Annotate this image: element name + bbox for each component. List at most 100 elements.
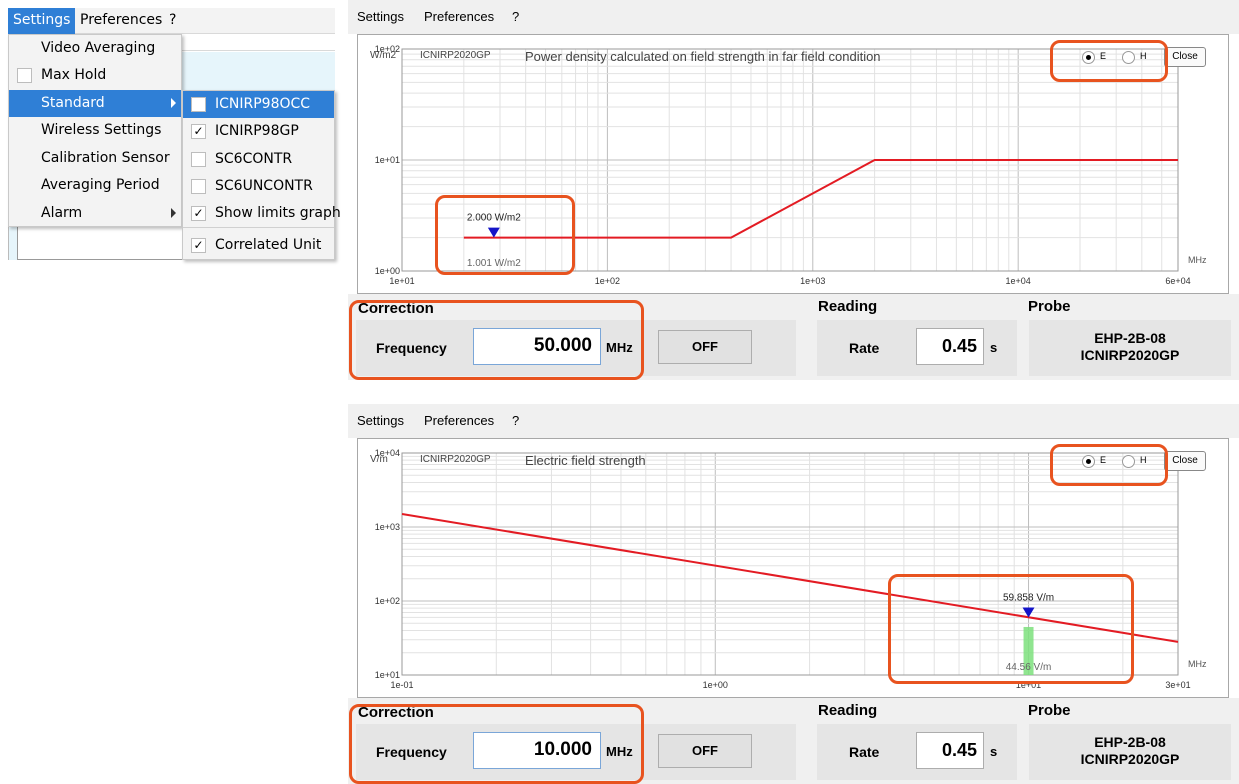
correction-off-button[interactable]: OFF <box>658 330 752 364</box>
reading-group: Rate 0.45 s <box>817 724 1017 780</box>
menu-item-max-hold[interactable]: Max Hold <box>9 62 181 89</box>
icnirp98gp-checkbox[interactable]: ✓ <box>191 124 206 139</box>
menu-separator <box>183 227 334 228</box>
x-tick-label: 3e+01 <box>1165 680 1190 690</box>
correlated-unit-checkbox[interactable]: ✓ <box>191 238 206 253</box>
reading-value-label: 1.001 W/m2 <box>467 258 521 269</box>
show-limits-graph-checkbox[interactable]: ✓ <box>191 206 206 221</box>
reading-title: Reading <box>818 702 878 719</box>
standard-label: ICNIRP2020GP <box>420 50 491 61</box>
frequency-label: Frequency <box>376 340 447 356</box>
radio-e[interactable] <box>1082 51 1095 64</box>
menu-preferences[interactable]: Preferences <box>424 9 494 24</box>
app-menu-bar: Settings Preferences ? <box>348 404 1239 438</box>
correction-title: Correction <box>358 704 434 721</box>
menu-help[interactable]: ? <box>512 9 519 24</box>
submenu-item-label: Show limits graph <box>215 205 341 221</box>
y-tick-label: 1e+03 <box>375 522 400 532</box>
menu-item-averaging-period[interactable]: Averaging Period <box>9 172 181 199</box>
menu-item-standard[interactable]: Standard <box>9 90 181 117</box>
background-area <box>180 34 335 51</box>
rate-input[interactable]: 0.45 <box>916 328 984 365</box>
rate-label: Rate <box>849 744 880 760</box>
icnirp98occ-checkbox[interactable] <box>191 97 206 112</box>
submenu-arrow-icon <box>171 208 176 218</box>
settings-menu-screenshot: Settings Preferences ? Video Averaging M… <box>8 8 341 260</box>
probe-info: EHP-2B-08 ICNIRP2020GP <box>1029 320 1231 376</box>
radio-h-label: H <box>1140 51 1147 61</box>
submenu-item-sc6contr[interactable]: SC6CONTR <box>183 146 334 173</box>
menu-item-label: Calibration Sensor <box>41 150 170 166</box>
background-input <box>17 226 183 260</box>
x-unit-label: MHz <box>1188 659 1207 669</box>
menu-item-calibration-sensor[interactable]: Calibration Sensor <box>9 145 181 172</box>
menu-item-video-averaging[interactable]: Video Averaging <box>9 35 181 62</box>
probe-model: EHP-2B-08 <box>1094 734 1166 750</box>
menu-preferences[interactable]: Preferences <box>80 12 162 28</box>
submenu-item-correlated-unit[interactable]: ✓ Correlated Unit <box>183 232 334 259</box>
settings-dropdown: Video Averaging Max Hold Standard Wirele… <box>8 34 182 227</box>
frequency-input[interactable]: 10.000 <box>473 732 601 769</box>
submenu-item-icnirp98gp[interactable]: ✓ ICNIRP98GP <box>183 118 334 145</box>
sc6uncontr-checkbox[interactable] <box>191 179 206 194</box>
x-tick-label: 1e+03 <box>800 276 825 286</box>
menu-item-label: Alarm <box>41 205 83 221</box>
correction-group: Frequency 10.000 MHz OFF <box>356 724 796 780</box>
menu-help[interactable]: ? <box>169 12 176 28</box>
control-strip: Correction Reading Probe Frequency 50.00… <box>348 294 1239 380</box>
radio-h[interactable] <box>1122 51 1135 64</box>
probe-model: EHP-2B-08 <box>1094 330 1166 346</box>
standard-label: ICNIRP2020GP <box>420 454 491 465</box>
y-unit-label: W/m2 <box>370 50 397 61</box>
sc6contr-checkbox[interactable] <box>191 152 206 167</box>
plot-area: 1e+01 1e+02 1e+03 1e+04 6e+04 1e+02 1e+01 1e+00… <box>357 34 1229 294</box>
submenu-item-show-limits-graph[interactable]: ✓ Show limits graph <box>183 200 341 227</box>
frequency-label: Frequency <box>376 744 447 760</box>
close-button[interactable]: Close <box>1164 47 1206 67</box>
menu-item-wireless-settings[interactable]: Wireless Settings <box>9 117 181 144</box>
menu-settings[interactable]: Settings <box>357 413 404 428</box>
radio-e[interactable] <box>1082 455 1095 468</box>
menu-item-label: Averaging Period <box>41 177 160 193</box>
rate-input[interactable]: 0.45 <box>916 732 984 769</box>
menu-settings[interactable]: Settings <box>8 8 76 34</box>
x-tick-label: 1e-01 <box>390 680 413 690</box>
close-button[interactable]: Close <box>1164 451 1206 471</box>
x-tick-label: 1e+00 <box>703 680 728 690</box>
probe-info: EHP-2B-08 ICNIRP2020GP <box>1029 724 1231 780</box>
x-tick-label: 1e+01 <box>389 276 414 286</box>
rate-unit: s <box>990 744 998 759</box>
submenu-item-icnirp98occ[interactable]: ICNIRP98OCC <box>183 91 334 118</box>
submenu-item-label: Correlated Unit <box>215 237 322 253</box>
submenu-item-sc6uncontr[interactable]: SC6UNCONTR <box>183 173 334 200</box>
y-tick-label: 1e+00 <box>375 266 400 276</box>
max-hold-checkbox[interactable] <box>17 68 32 83</box>
marker-triangle <box>487 227 500 238</box>
menu-preferences[interactable]: Preferences <box>424 413 494 428</box>
y-unit-label: V/m <box>370 454 388 465</box>
radio-e-label: E <box>1100 455 1107 465</box>
menu-item-label: Wireless Settings <box>41 122 162 138</box>
x-tick-label: 6e+04 <box>1165 276 1190 286</box>
radio-e-label: E <box>1100 51 1107 61</box>
menu-bar: Settings Preferences ? <box>8 8 335 34</box>
standard-submenu: ICNIRP98OCC ✓ ICNIRP98GP SC6CONTR SC6UNC… <box>182 90 341 260</box>
radio-h-label: H <box>1140 455 1147 465</box>
x-tick-label: 1e+04 <box>1006 276 1031 286</box>
rate-unit: s <box>990 340 998 355</box>
reading-title: Reading <box>818 298 878 315</box>
menu-item-alarm[interactable]: Alarm <box>9 200 181 227</box>
frequency-unit: MHz <box>606 340 633 355</box>
menu-settings[interactable]: Settings <box>357 9 404 24</box>
meter-panel-power-density: Settings Preferences ? 1e+01 1e+02 1e+03 1e… <box>348 0 1239 380</box>
probe-title: Probe <box>1028 298 1071 315</box>
submenu-arrow-icon <box>171 98 176 108</box>
submenu-item-label: SC6UNCONTR <box>215 178 313 194</box>
probe-standard: ICNIRP2020GP <box>1080 347 1180 363</box>
correction-off-button[interactable]: OFF <box>658 734 752 768</box>
menu-help[interactable]: ? <box>512 413 519 428</box>
frequency-input[interactable]: 50.000 <box>473 328 601 365</box>
radio-h[interactable] <box>1122 455 1135 468</box>
control-strip: Correction Reading Probe Frequency 10.00… <box>348 698 1239 784</box>
x-tick-label: 1e+01 <box>1016 680 1041 690</box>
